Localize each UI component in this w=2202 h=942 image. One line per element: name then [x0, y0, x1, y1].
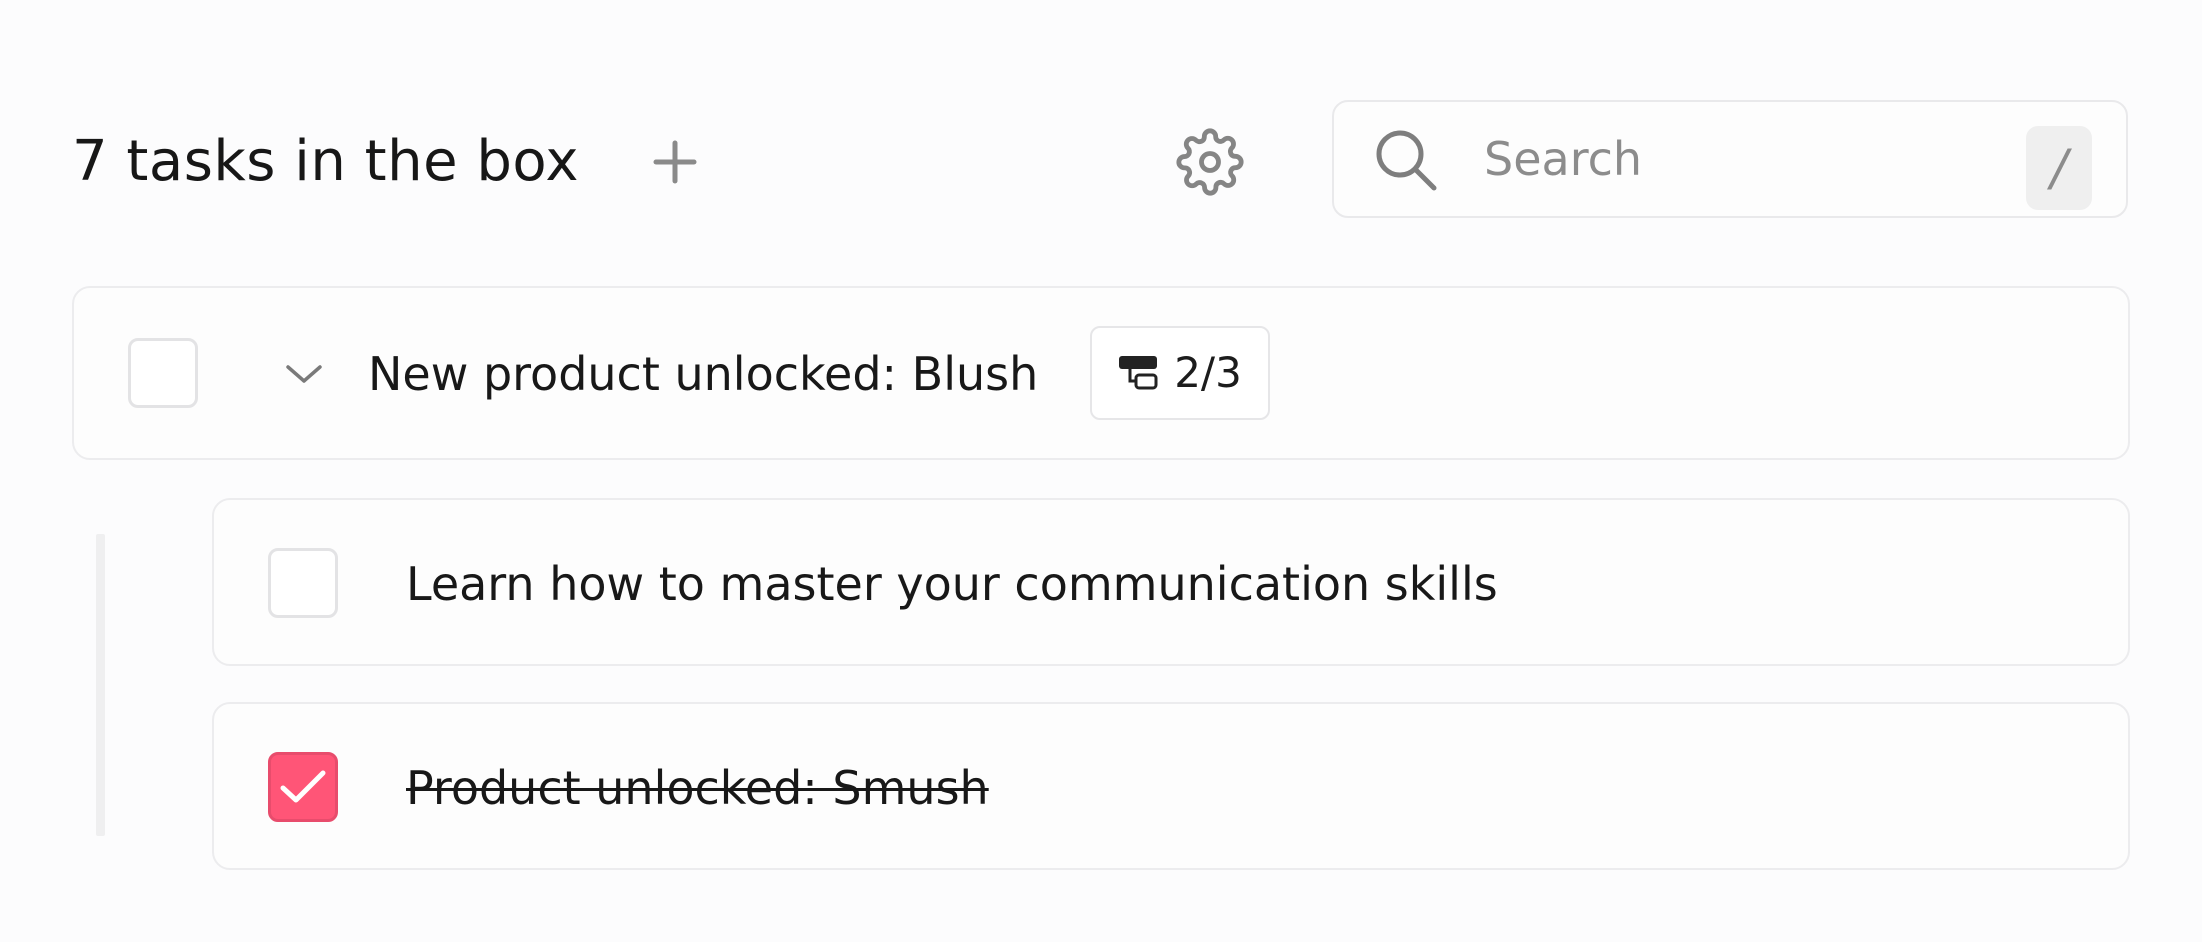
subtasks-icon	[1119, 356, 1158, 390]
subtask-progress-count: 2/3	[1174, 348, 1242, 397]
subtask-guide-line	[96, 534, 105, 836]
chevron-down-icon	[286, 365, 322, 383]
subtask-checkbox[interactable]	[268, 752, 338, 822]
subtask-row[interactable]: Learn how to master your communication s…	[212, 498, 2130, 666]
task-row[interactable]: New product unlocked: Blush 2/3	[72, 286, 2130, 460]
expand-toggle[interactable]	[274, 344, 334, 404]
settings-button[interactable]	[1172, 124, 1248, 200]
add-task-button[interactable]	[640, 132, 710, 192]
subtask-checkbox[interactable]	[268, 548, 338, 618]
task-list-page: 7 tasks in the box / New product unlocke…	[0, 0, 2202, 942]
subtask-label: Product unlocked: Smush	[406, 761, 989, 815]
search-icon	[1376, 130, 1437, 191]
subtask-row[interactable]: Product unlocked: Smush	[212, 702, 2130, 870]
search-box: /	[1332, 100, 2128, 218]
checkmark-icon	[280, 770, 326, 803]
search-input[interactable]	[1484, 122, 1984, 196]
task-checkbox[interactable]	[128, 338, 198, 408]
page-title: 7 tasks in the box	[72, 129, 580, 194]
subtask-progress-badge[interactable]: 2/3	[1090, 326, 1270, 420]
task-label: New product unlocked: Blush	[368, 347, 1039, 401]
subtask-label: Learn how to master your communication s…	[406, 557, 1498, 611]
gear-icon	[1176, 128, 1244, 196]
plus-icon	[653, 140, 697, 184]
search-shortcut-hint: /	[2026, 126, 2092, 210]
